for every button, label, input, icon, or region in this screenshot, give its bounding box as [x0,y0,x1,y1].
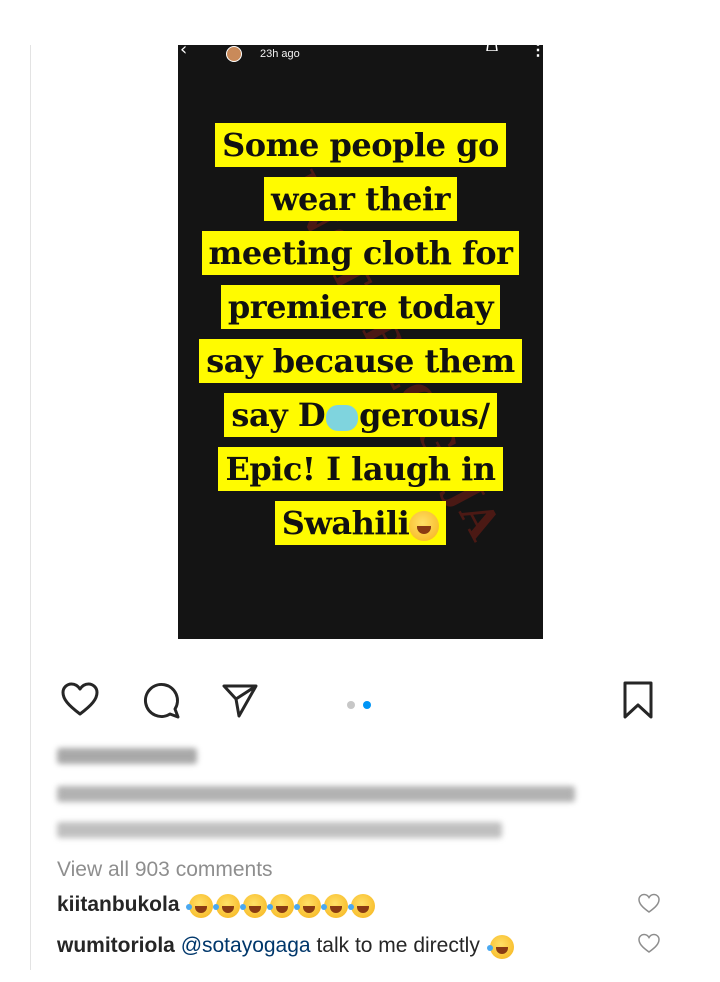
story-line-censored: say D gerous/ [224,393,497,437]
censor-blob [326,404,359,431]
tears-of-joy-emoji-icon [267,893,295,918]
comment-like-heart-icon[interactable] [637,892,661,916]
story-timestamp: 23h ago [260,48,300,60]
story-line: Epic! I laugh in [218,447,503,491]
like-button[interactable] [60,680,104,724]
comment-row: wumitoriola @sotayogaga talk to me direc… [57,934,517,964]
send-icon [222,684,258,718]
story-caption: Some people go wear their meeting cloth … [178,123,543,555]
tears-of-joy-emoji-icon [213,893,241,918]
view-all-comments-link[interactable]: View all 903 comments [57,858,273,882]
post-action-bar [60,680,660,724]
share-button[interactable] [220,680,264,724]
save-button[interactable] [618,680,662,724]
carousel-indicator [347,696,375,714]
carousel-dot [347,701,355,709]
story-line-part: gerous/ [359,396,490,434]
heart-icon [61,682,99,716]
carousel-dot-active [363,701,372,709]
tears-of-joy-emoji-icon [186,893,214,918]
story-header: ‹ 23h ago ⋮ [178,45,543,69]
blurred-caption-line [57,822,502,838]
story-image[interactable]: ‹ 23h ago ⋮ INSTABLOG9JA Some people go … [178,45,543,639]
tears-of-joy-emoji-icon [294,893,322,918]
story-line-part: say D [231,396,326,434]
story-line: say because them [199,339,522,383]
tears-of-joy-emoji-icon [348,893,376,918]
bookmark-icon [623,681,653,719]
comment-emojis [486,934,517,959]
story-line-part: Swahili [281,504,410,542]
blurred-likes [57,748,197,764]
comment-text: talk to me directly [310,934,480,957]
story-line: meeting cloth for [201,231,520,275]
page-left-border [30,45,31,970]
comment-row: kiitanbukola [57,893,378,923]
story-line-last: Swahili [274,501,447,545]
more-options-icon[interactable]: ⋮ [530,45,543,60]
rofl-emoji-icon [409,510,440,541]
tears-of-joy-emoji-icon [486,934,514,959]
bell-icon[interactable] [485,45,499,51]
comment-username[interactable]: kiitanbukola [57,893,180,916]
blurred-caption-line [57,786,575,802]
avatar[interactable] [226,46,242,62]
comment-emojis [186,893,378,918]
story-line: premiere today [220,285,501,329]
comment-icon [144,683,180,719]
comment-username[interactable]: wumitoriola [57,934,175,957]
tears-of-joy-emoji-icon [240,893,268,918]
comment-like-heart-icon[interactable] [637,932,661,956]
tears-of-joy-emoji-icon [321,893,349,918]
story-line: Some people go [215,123,506,167]
comment-mention-link[interactable]: @sotayogaga [181,934,311,957]
comment-button[interactable] [142,680,186,724]
story-line: wear their [263,177,458,221]
back-arrow-icon[interactable]: ‹ [180,45,187,60]
